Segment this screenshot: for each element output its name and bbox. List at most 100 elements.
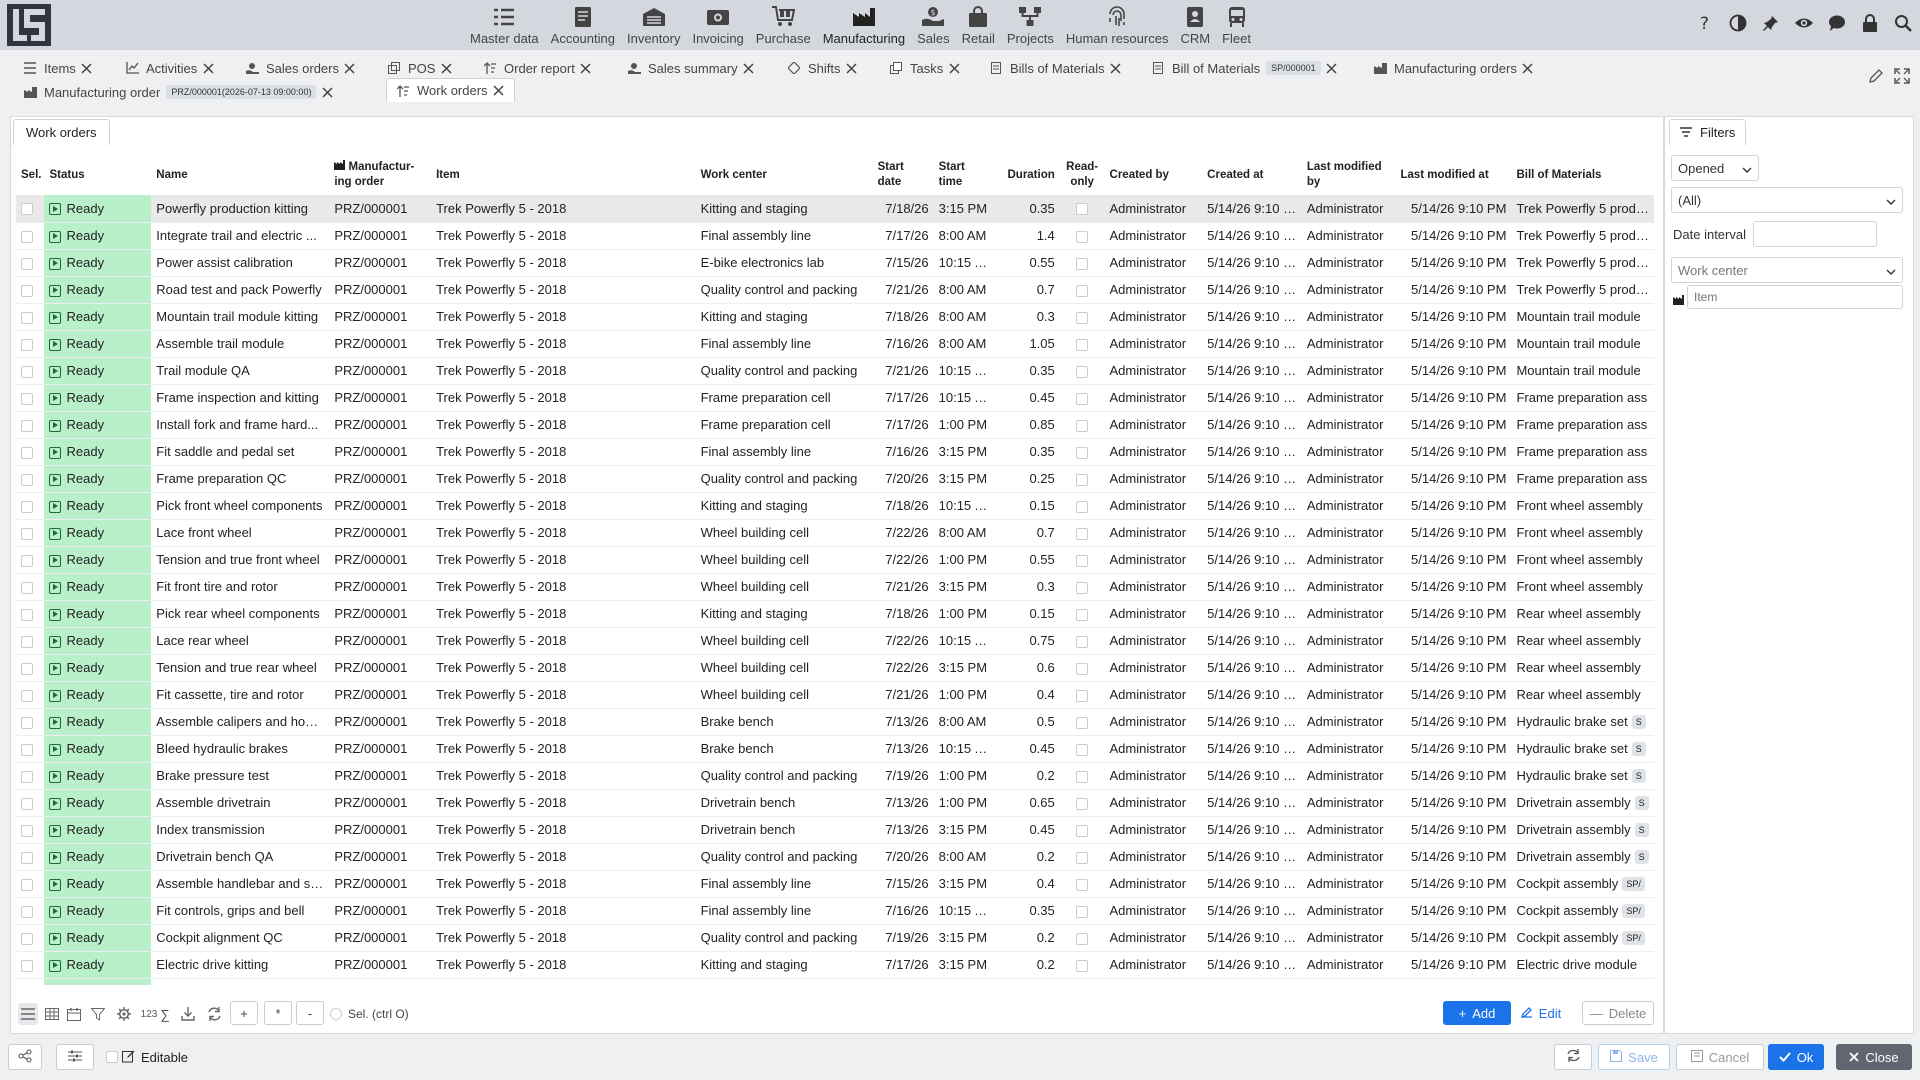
row-select-cell[interactable]	[16, 897, 45, 925]
status-cell[interactable]: Ready	[44, 465, 152, 493]
mo-cell[interactable]: PRZ/000001	[329, 762, 432, 790]
name-cell[interactable]: Assemble trail module	[151, 330, 330, 358]
col-last-modified-by[interactable]: Last modified by	[1302, 155, 1396, 195]
status-cell[interactable]: Ready	[44, 195, 152, 223]
created_at-cell[interactable]: 5/14/26 9:10 PM	[1202, 411, 1302, 439]
table-row[interactable]: Ready Power assist calibration PRZ/000001 T…	[16, 249, 1654, 277]
download-icon[interactable]	[178, 1003, 198, 1025]
mod_by-cell[interactable]: Administrator	[1301, 465, 1396, 493]
close-icon[interactable]	[1325, 61, 1339, 75]
created_by-cell[interactable]: Administrator	[1104, 492, 1203, 520]
item-cell[interactable]: Trek Powerfly 5 - 2018	[431, 276, 696, 304]
created_by-cell[interactable]: Administrator	[1104, 627, 1203, 655]
mod_by-cell[interactable]: Administrator	[1301, 762, 1396, 790]
table-row[interactable]: Ready Fit front tire and rotor PRZ/000001 T…	[16, 573, 1654, 601]
created_at-cell[interactable]: 5/14/26 9:10 PM	[1202, 681, 1302, 709]
item-cell[interactable]: Trek Powerfly 5 - 2018	[431, 303, 696, 331]
readonly-checkbox[interactable]	[1076, 554, 1089, 567]
row-select-checkbox[interactable]	[21, 662, 33, 675]
bom-cell[interactable]: Hydraulic brake set S	[1511, 708, 1654, 736]
mo-cell[interactable]: PRZ/000001	[329, 816, 432, 844]
row-select-checkbox[interactable]	[21, 851, 33, 864]
dur-cell[interactable]: 0.25	[994, 465, 1060, 493]
item-cell[interactable]: Trek Powerfly 5 - 2018	[431, 708, 696, 736]
module-purchase[interactable]: Purchase	[752, 0, 815, 50]
created_at-cell[interactable]: 5/14/26 9:10 PM	[1202, 438, 1302, 466]
select-toggle-checkbox[interactable]	[330, 1003, 342, 1025]
readonly-checkbox[interactable]	[1076, 932, 1089, 945]
created_by-cell[interactable]: Administrator	[1104, 843, 1203, 871]
row-select-checkbox[interactable]	[21, 338, 33, 351]
status-cell[interactable]: Ready	[44, 924, 152, 952]
col-start-date[interactable]: Start date	[873, 155, 934, 195]
mo-cell[interactable]: PRZ/000001	[329, 384, 432, 412]
row-select-checkbox[interactable]	[21, 878, 33, 891]
item-cell[interactable]: Trek Powerfly 5 - 2018	[431, 465, 696, 493]
row-select-checkbox[interactable]	[21, 554, 33, 567]
mod_by-cell[interactable]: Administrator	[1301, 573, 1396, 601]
dur-cell[interactable]: 0.5	[994, 708, 1060, 736]
readonly-cell[interactable]	[1059, 411, 1105, 439]
created_at-cell[interactable]: 5/14/26 9:10 PM	[1202, 600, 1302, 628]
created_at-cell[interactable]: 5/14/26 9:10 PM	[1202, 843, 1302, 871]
bom-cell[interactable]: Trek Powerfly 5 produc	[1511, 222, 1654, 250]
readonly-cell[interactable]	[1059, 789, 1105, 817]
item-cell[interactable]: Trek Powerfly 5 - 2018	[431, 735, 696, 763]
mo-cell[interactable]: PRZ/000001	[329, 276, 432, 304]
wc-cell[interactable]: Quality control and packing	[695, 465, 873, 493]
readonly-cell[interactable]	[1059, 951, 1105, 979]
mod_by-cell[interactable]: Administrator	[1301, 222, 1396, 250]
dur-cell[interactable]: 0.35	[994, 195, 1060, 223]
mo-cell[interactable]: PRZ/000001	[329, 222, 432, 250]
time-cell[interactable]: 1:00 PM	[933, 789, 995, 817]
mod_at-cell[interactable]: 5/14/26 9:10 PM	[1395, 411, 1512, 439]
col-manufacturing-order[interactable]: Manufactur-ing order	[329, 155, 431, 195]
readonly-cell[interactable]	[1059, 465, 1105, 493]
readonly-checkbox[interactable]	[1076, 662, 1089, 675]
created_by-cell[interactable]: Administrator	[1104, 654, 1203, 682]
mod_at-cell[interactable]: 5/14/26 9:10 PM	[1395, 384, 1512, 412]
wc-cell[interactable]: Quality control and packing	[695, 357, 873, 385]
table-row[interactable]: Ready Lace front wheel PRZ/000001 Trek Powe…	[16, 519, 1654, 547]
mod_at-cell[interactable]: 5/14/26 9:10 PM	[1395, 843, 1512, 871]
created_at-cell[interactable]: 5/14/26 9:10 PM	[1202, 519, 1302, 547]
wc-cell[interactable]: Brake bench	[695, 708, 873, 736]
col-last-modified-at[interactable]: Last modified at	[1395, 155, 1511, 195]
row-select-cell[interactable]	[16, 411, 45, 439]
search-icon[interactable]	[1892, 12, 1914, 34]
date-cell[interactable]: 7/21/26	[872, 573, 934, 601]
mod_at-cell[interactable]: 5/14/26 9:10 PM	[1395, 816, 1512, 844]
date-cell[interactable]: 7/22/26	[872, 546, 934, 574]
name-cell[interactable]: Frame inspection and kitting	[151, 384, 330, 412]
name-cell[interactable]: Mount motor, battery and c...	[151, 978, 330, 985]
status-cell[interactable]: Ready	[44, 222, 152, 250]
time-cell[interactable]: 3:15 PM	[933, 195, 995, 223]
table-row[interactable]: Ready Mount motor, battery and c...PRZ/00…	[16, 978, 1654, 985]
refresh-icon[interactable]	[204, 1003, 224, 1025]
dur-cell[interactable]: 1.05	[994, 978, 1060, 985]
wc-cell[interactable]: Quality control and packing	[695, 924, 873, 952]
mo-cell[interactable]: PRZ/000001	[329, 546, 432, 574]
row-select-checkbox[interactable]	[21, 284, 33, 297]
time-cell[interactable]: 8:00 AM	[933, 330, 995, 358]
date-cell[interactable]: 7/16/26	[872, 330, 934, 358]
time-cell[interactable]: 10:15 AM	[933, 735, 995, 763]
status-cell[interactable]: Ready	[44, 708, 152, 736]
close-icon[interactable]	[579, 61, 593, 75]
bom-cell[interactable]: Drivetrain assembly S	[1511, 843, 1654, 871]
created_by-cell[interactable]: Administrator	[1104, 357, 1203, 385]
table-row[interactable]: Ready Lace rear wheel PRZ/000001 Trek Power…	[16, 627, 1654, 655]
col-item[interactable]: Item	[431, 155, 696, 195]
row-select-checkbox[interactable]	[21, 500, 33, 513]
row-select-checkbox[interactable]	[21, 770, 33, 783]
time-cell[interactable]: 8:00 AM	[933, 519, 995, 547]
add-row-button[interactable]: +	[230, 1001, 258, 1025]
col-duration[interactable]: Duration	[995, 155, 1060, 195]
readonly-cell[interactable]	[1059, 978, 1105, 985]
mod_by-cell[interactable]: Administrator	[1301, 249, 1396, 277]
bom-cell[interactable]: Front wheel assembly	[1511, 519, 1654, 547]
row-select-checkbox[interactable]	[21, 203, 33, 216]
row-select-cell[interactable]	[16, 627, 45, 655]
mo-cell[interactable]: PRZ/000001	[329, 600, 432, 628]
item-filter-input[interactable]: Item	[1687, 285, 1903, 309]
